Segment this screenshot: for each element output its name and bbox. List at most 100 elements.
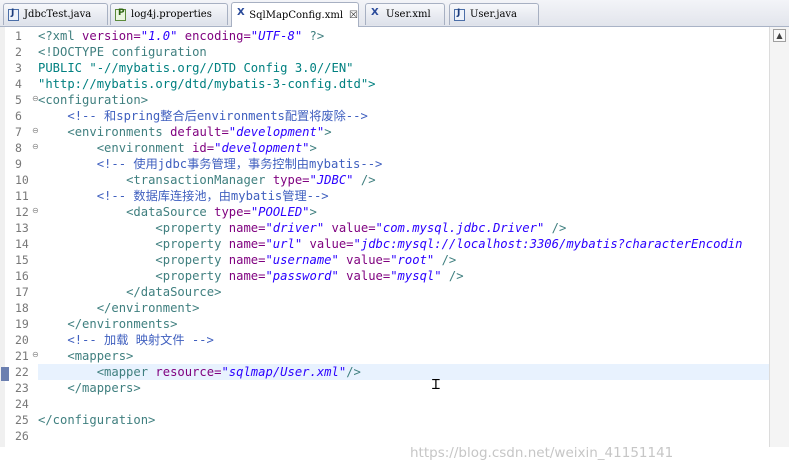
line-number: 20	[15, 333, 29, 347]
close-tab-icon[interactable]: ☒	[349, 10, 358, 21]
properties-file-icon	[115, 8, 126, 21]
tab-jdbctest-java[interactable]: JdbcTest.java	[3, 3, 108, 25]
tab-log4j-properties[interactable]: log4j.properties	[110, 3, 228, 25]
attr-name: version=	[82, 29, 141, 43]
code-line-19: </environments>	[38, 316, 769, 332]
attr-value: "JDBC"	[309, 173, 354, 187]
attr-value: "root"	[390, 253, 435, 267]
tab-user-java[interactable]: User.java	[449, 3, 539, 25]
code-line-16: <property name="password" value="mysql" …	[38, 268, 769, 284]
line-number: 18	[15, 301, 29, 315]
tag: <property	[155, 269, 229, 283]
code-area[interactable]: <?xml version="1.0" encoding="UTF-8" ?> …	[38, 27, 769, 447]
scroll-up-icon[interactable]: ▲	[773, 29, 786, 42]
attr-value: "url"	[265, 237, 303, 251]
code-line-25: </configuration>	[38, 412, 769, 428]
attr-name: value=	[302, 237, 354, 251]
code-line-1: <?xml version="1.0" encoding="UTF-8" ?>	[38, 28, 769, 44]
attr-value: "jdbc:mysql://localhost:3306/mybatis?cha…	[353, 237, 743, 251]
watermark: https://blog.csdn.net/weixin_41151141	[410, 445, 674, 461]
xml-editor[interactable]: 1 2 3 4 5 ⊖ 6 7 ⊖ 8 ⊖ 9 10 11 12 ⊖ 13 14…	[0, 27, 789, 461]
line-number: 6	[15, 109, 22, 123]
tag: </dataSource>	[126, 285, 222, 299]
line-number: 26	[15, 429, 29, 443]
code-line-6: <!-- 和spring整合后environments配置将废除-->	[38, 108, 769, 124]
attr-value: "password"	[265, 269, 339, 283]
line-number: 2	[15, 45, 22, 59]
attr-value: "driver"	[265, 221, 325, 235]
code-line-15: <property name="username" value="root" /…	[38, 252, 769, 268]
comment: <!-- 数据库连接池，由mybatis管理-->	[96, 189, 329, 203]
tag: <dataSource	[126, 205, 215, 219]
tab-user-xml[interactable]: User.xml	[365, 3, 445, 25]
doctype-public: PUBLIC	[38, 61, 90, 75]
tag: </configuration>	[38, 413, 156, 427]
vertical-scrollbar[interactable]: ▲	[769, 27, 789, 447]
tag: <configuration>	[38, 93, 149, 107]
attr-value: "sqlmap/User.xml"	[221, 365, 347, 379]
attr-name: id=	[192, 141, 215, 155]
code-line-12: <dataSource type="POOLED">	[38, 204, 769, 220]
tag-end: >	[324, 125, 332, 139]
code-line-11: <!-- 数据库连接池，由mybatis管理-->	[38, 188, 769, 204]
tag: <mappers>	[67, 349, 134, 363]
tag: <property	[155, 237, 229, 251]
code-line-17: </dataSource>	[38, 284, 769, 300]
doctype: <!DOCTYPE configuration	[38, 45, 207, 59]
code-line-22: <mapper resource="sqlmap/User.xml"/>	[38, 364, 769, 380]
tag: </environments>	[67, 317, 178, 331]
tag: </environment>	[96, 301, 200, 315]
attr-value: "com.mysql.jdbc.Driver"	[375, 221, 545, 235]
line-number: 13	[15, 221, 29, 235]
code-line-23: </mappers>	[38, 380, 769, 396]
code-line-9: <!-- 使用jdbc事务管理，事务控制由mybatis-->	[38, 156, 769, 172]
tab-label: SqlMapConfig.xml	[249, 9, 344, 21]
line-number: 25	[15, 413, 29, 427]
code-line-14: <property name="url" value="jdbc:mysql:/…	[38, 236, 769, 252]
xml-decl-end: ?>	[302, 29, 325, 43]
attr-value: "username"	[265, 253, 339, 267]
xml-file-icon	[236, 7, 245, 21]
comment: <!-- 使用jdbc事务管理，事务控制由mybatis-->	[96, 157, 383, 171]
code-line-21: <mappers>	[38, 348, 769, 364]
attr-name: value=	[324, 221, 376, 235]
attr-name: name=	[228, 269, 266, 283]
tag-end: >	[309, 205, 317, 219]
attr-name: encoding=	[177, 29, 251, 43]
tag-end: />	[441, 269, 464, 283]
tag-end: />	[353, 173, 376, 187]
line-number: 9	[15, 157, 22, 171]
line-number: 22	[15, 365, 29, 379]
line-number: 24	[15, 397, 29, 411]
line-number: 3	[15, 61, 22, 75]
attr-value: "UTF-8"	[250, 29, 303, 43]
xml-decl: <?xml	[38, 29, 83, 43]
tag-end: />	[434, 253, 457, 267]
tag: <environments	[67, 125, 171, 139]
attr-value: "1.0"	[140, 29, 178, 43]
code-line-5: <configuration>	[38, 92, 769, 108]
line-number: 14	[15, 237, 29, 251]
tag-end: >	[309, 141, 317, 155]
editor-tab-bar: JdbcTest.java log4j.properties SqlMapCon…	[0, 0, 789, 27]
attr-name: name=	[228, 221, 266, 235]
line-number: 10	[15, 173, 29, 187]
text-cursor-icon: Ɪ	[432, 377, 440, 393]
tag-end: />	[346, 365, 361, 379]
attr-value: "POOLED"	[250, 205, 310, 219]
tag: <property	[155, 221, 229, 235]
attr-name: type=	[214, 205, 251, 219]
tab-sqlmapconfig-xml[interactable]: SqlMapConfig.xml ☒	[231, 2, 359, 27]
code-line-8: <environment id="development">	[38, 140, 769, 156]
tab-label: User.java	[470, 9, 518, 20]
doctype-public-id: "-//mybatis.org//DTD Config 3.0//EN"	[89, 61, 354, 75]
tag: <environment	[96, 141, 193, 155]
tag: </mappers>	[67, 381, 141, 395]
tag: <property	[155, 253, 229, 267]
java-file-icon	[454, 8, 465, 21]
attr-value: "mysql"	[390, 269, 442, 283]
line-number: 17	[15, 285, 29, 299]
code-line-18: </environment>	[38, 300, 769, 316]
java-file-icon	[8, 8, 19, 21]
